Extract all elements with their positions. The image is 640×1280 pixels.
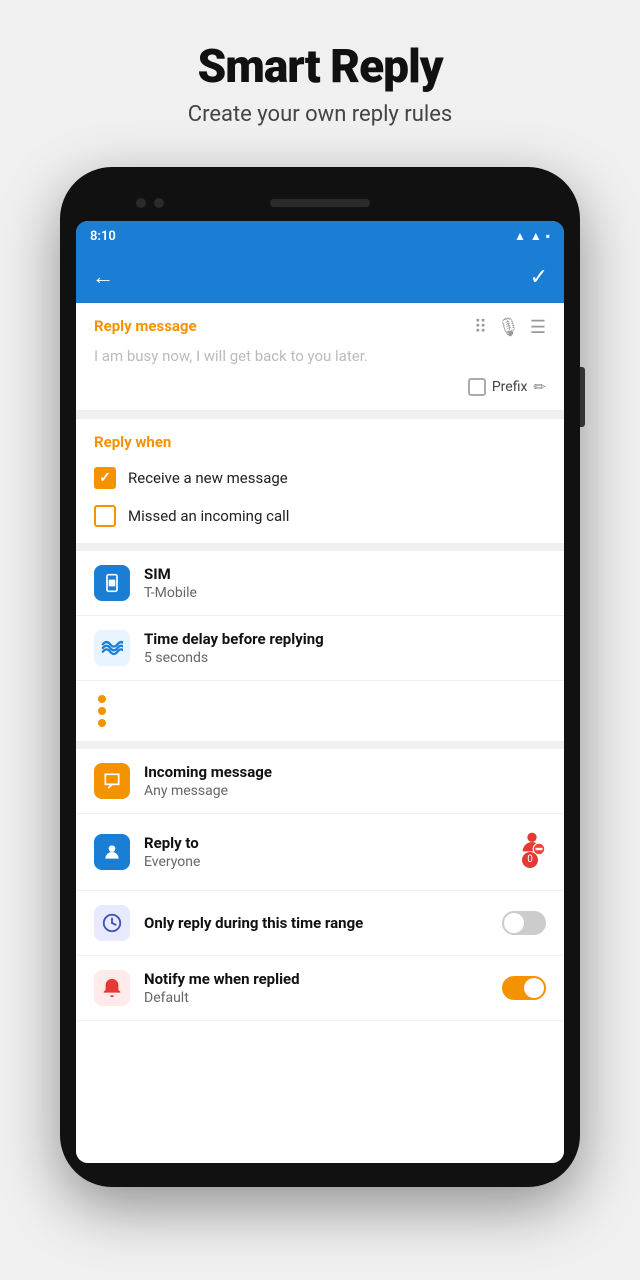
checkbox-new-message[interactable]: ✓ Receive a new message [94,459,546,497]
reply-message-text[interactable]: I am busy now, I will get back to you la… [94,343,368,368]
reply-to-title: Reply to [144,834,504,852]
reply-to-item[interactable]: Reply to Everyone 0 [76,814,564,891]
list-icon[interactable]: ☰ [530,317,546,338]
reply-when-heading: Reply when [94,433,546,451]
page-title: Smart Reply [20,40,620,94]
dot-3 [98,719,106,727]
sim-icon [94,565,130,601]
reply-message-label: Reply message I am busy now, I will get … [94,317,368,368]
signal-icon: ▲ [530,229,542,243]
prefix-label: Prefix [492,379,528,395]
confirm-button[interactable]: ✓ [530,265,548,290]
app-toolbar: ← ✓ [76,251,564,303]
checkbox-new-message-label: Receive a new message [128,469,288,487]
checkbox-missed-call-label: Missed an incoming call [128,507,289,525]
incoming-message-subtitle: Any message [144,783,546,799]
checkbox-missed-call[interactable]: Missed an incoming call [94,497,546,535]
phone-screen: 8:10 ▲ ▲ ▪ ← ✓ Reply message I am busy n… [76,221,564,1163]
phone-camera-left [136,198,146,208]
page-subtitle: Create your own reply rules [20,102,620,127]
reply-message-section: Reply message I am busy now, I will get … [76,303,564,411]
message-icon [94,763,130,799]
notify-toggle-knob [524,978,544,998]
reply-to-badge-area: 0 [518,828,546,876]
more-options-item[interactable] [76,681,564,741]
incoming-message-title: Incoming message [144,763,546,781]
reply-when-section: Reply when ✓ Receive a new message Misse… [76,419,564,543]
clock-icon [94,905,130,941]
wifi-icon: ▲ [514,229,526,243]
battery-icon: ▪ [546,229,550,243]
phone-camera-right [154,198,164,208]
time-range-toggle[interactable] [502,911,546,935]
phone-speaker [270,199,370,207]
divider-2 [76,543,564,551]
time-delay-text: Time delay before replying 5 seconds [144,630,546,666]
notify-title: Notify me when replied [144,970,488,988]
checkbox-unchecked-icon [94,505,116,527]
phone-notch [76,185,564,221]
divider-3 [76,741,564,749]
reply-message-row: Reply message I am busy now, I will get … [94,317,546,368]
notify-toggle-area [502,976,546,1000]
prefix-edit-icon[interactable]: ✏ [533,378,546,396]
status-time: 8:10 [90,229,116,244]
prefix-checkbox[interactable] [468,378,486,396]
dot-2 [98,707,106,715]
reply-to-text: Reply to Everyone [144,834,504,870]
status-bar: 8:10 ▲ ▲ ▪ [76,221,564,251]
reply-to-subtitle: Everyone [144,854,504,870]
phone-side-button [580,367,585,427]
sim-text: SIM T-Mobile [144,565,546,601]
sim-title: SIM [144,565,546,583]
person-icon [94,834,130,870]
waves-icon [94,630,130,666]
divider-1 [76,411,564,419]
time-delay-item[interactable]: Time delay before replying 5 seconds [76,616,564,681]
time-range-text: Only reply during this time range [144,914,488,932]
phone-frame: 8:10 ▲ ▲ ▪ ← ✓ Reply message I am busy n… [60,167,580,1187]
time-range-toggle-area [502,911,546,935]
back-button[interactable]: ← [92,264,114,290]
sim-item[interactable]: SIM T-Mobile [76,551,564,616]
notify-text: Notify me when replied Default [144,970,488,1006]
mic-icon[interactable]: 🎙 [497,317,520,338]
dot-1 [98,695,106,703]
reply-to-count-badge: 0 [522,852,538,868]
prefix-row: Prefix ✏ [94,378,546,396]
notify-item[interactable]: Notify me when replied Default [76,956,564,1021]
time-range-title: Only reply during this time range [144,914,488,932]
sim-subtitle: T-Mobile [144,585,546,601]
reply-message-heading: Reply message [94,317,368,335]
reply-toolbar-icons: ⠿ 🎙 ☰ [474,317,546,338]
bell-icon [94,970,130,1006]
mic-grid-icon[interactable]: ⠿ [474,317,487,338]
time-range-item[interactable]: Only reply during this time range [76,891,564,956]
status-icons: ▲ ▲ ▪ [514,229,550,243]
incoming-message-text: Incoming message Any message [144,763,546,799]
toggle-knob [504,913,524,933]
page-header: Smart Reply Create your own reply rules [0,0,640,157]
checkbox-checked-icon: ✓ [94,467,116,489]
time-delay-subtitle: 5 seconds [144,650,546,666]
app-content: Reply message I am busy now, I will get … [76,303,564,1163]
check-mark: ✓ [99,470,111,486]
time-delay-title: Time delay before replying [144,630,546,648]
notify-toggle[interactable] [502,976,546,1000]
notify-subtitle: Default [144,990,488,1006]
incoming-message-item[interactable]: Incoming message Any message [76,749,564,814]
